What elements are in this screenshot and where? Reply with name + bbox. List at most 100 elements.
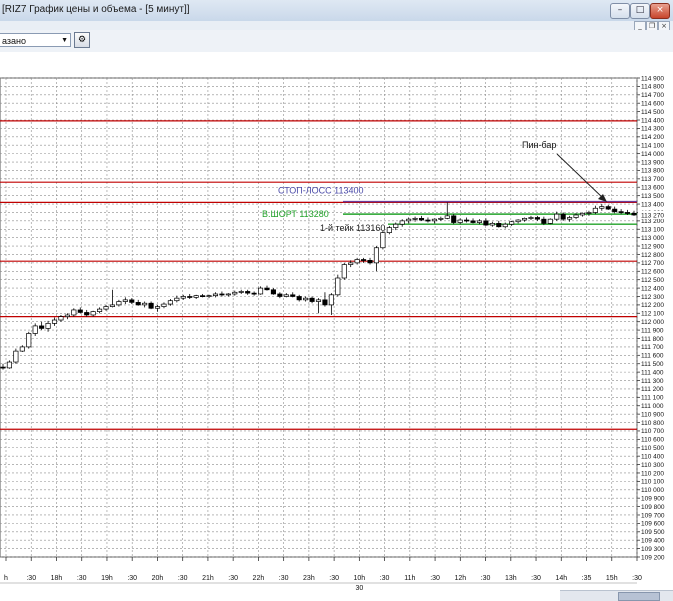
x-tick-label: :30 xyxy=(481,575,491,582)
candle-down xyxy=(200,295,206,298)
annotation-arrow-line xyxy=(556,153,605,200)
x-tick-label: 18h xyxy=(51,575,63,582)
candle-down xyxy=(560,213,566,220)
candle-up xyxy=(206,295,212,298)
x-tick-label: 15h xyxy=(606,575,618,582)
candle-up xyxy=(193,295,199,298)
candle-down xyxy=(309,297,315,302)
candle-up xyxy=(225,293,231,296)
y-tick-label: 112 800 xyxy=(641,252,664,259)
y-tick-label: 114 900 xyxy=(641,75,664,82)
candle-up xyxy=(348,262,354,265)
candle-up xyxy=(373,247,379,264)
y-tick-label: 111 700 xyxy=(641,344,664,351)
y-tick-label: 109 900 xyxy=(641,495,665,502)
y-tick-label: 110 000 xyxy=(641,487,664,494)
y-tick-label: 114 200 xyxy=(641,134,664,141)
price-chart[interactable]: 109 200109 300109 400109 500109 600109 7… xyxy=(0,52,673,600)
candle-down xyxy=(631,212,637,216)
candle-down xyxy=(39,325,45,329)
candle-up xyxy=(341,264,347,279)
y-tick-label: 110 700 xyxy=(641,428,664,435)
y-tick-label: 114 800 xyxy=(641,84,664,91)
candle-up xyxy=(406,218,412,222)
candle-up xyxy=(212,293,219,297)
candle-down xyxy=(483,220,489,226)
x-tick-label: :30 xyxy=(26,575,36,582)
candle-up xyxy=(399,220,405,225)
title-bar: [RIZ7 График цены и объема - [5 минут]] … xyxy=(0,0,673,22)
x-tick-label: 22h xyxy=(253,575,265,582)
candle-down xyxy=(322,299,328,306)
candle-down xyxy=(277,293,283,297)
instrument-select[interactable]: азано ▼ xyxy=(0,33,71,47)
candle-up xyxy=(167,300,173,305)
x-tick-label: 20h xyxy=(152,575,164,582)
y-tick-label: 110 100 xyxy=(641,479,664,486)
candle-down xyxy=(618,211,624,213)
y-tick-label: 114 100 xyxy=(641,143,664,150)
candle-up xyxy=(335,277,341,296)
x-tick-label: 13h xyxy=(505,575,517,582)
candle-down xyxy=(367,260,373,264)
candle-up xyxy=(51,319,58,324)
maximize-button[interactable]: □ xyxy=(630,3,650,19)
horizontal-scrollbar[interactable] xyxy=(560,590,673,601)
candle-up xyxy=(528,217,534,219)
candle-up xyxy=(90,311,96,316)
candle-up xyxy=(515,219,521,223)
x-tick-label: 11h xyxy=(404,575,415,582)
y-tick-label: 112 000 xyxy=(641,319,664,326)
candle-up xyxy=(258,287,264,295)
candle-up xyxy=(431,218,437,222)
candle-up xyxy=(45,323,51,329)
window-title: [RIZ7 График цены и объема - [5 минут]] xyxy=(2,4,190,15)
candle-down xyxy=(361,259,367,261)
candle-down xyxy=(296,296,302,301)
candle-up xyxy=(476,220,483,223)
y-tick-label: 114 600 xyxy=(641,101,664,108)
candle-down xyxy=(541,218,547,224)
candle-up xyxy=(154,306,161,309)
y-tick-label: 112 500 xyxy=(641,277,664,284)
y-tick-label: 110 500 xyxy=(641,445,664,452)
y-tick-label: 110 200 xyxy=(641,470,664,477)
candle-down xyxy=(219,293,225,296)
candle-down xyxy=(129,299,135,303)
settings-icon[interactable]: ⚙ xyxy=(74,32,90,48)
date-label: 30 xyxy=(355,585,363,592)
y-tick-label: 113 800 xyxy=(641,168,664,175)
candle-up xyxy=(174,297,180,302)
y-tick-label: 110 400 xyxy=(641,453,664,460)
candle-up xyxy=(142,302,148,306)
y-tick-label: 112 100 xyxy=(641,311,664,318)
candle-up xyxy=(161,303,167,307)
close-button[interactable]: × xyxy=(650,3,670,19)
candle-up xyxy=(283,294,289,297)
candle-up xyxy=(547,218,553,224)
candle-up xyxy=(599,206,605,209)
candle-up xyxy=(303,297,309,301)
y-tick-label: 113 600 xyxy=(641,185,664,192)
x-tick-label: :30 xyxy=(279,575,289,582)
candle-up xyxy=(457,219,463,223)
x-tick-label: 23h xyxy=(303,575,315,582)
y-tick-label: 111 500 xyxy=(641,361,664,368)
candle-up xyxy=(103,306,109,310)
candle-down xyxy=(77,309,83,313)
y-tick-label: 113 700 xyxy=(641,176,664,183)
candle-up xyxy=(489,223,495,226)
take-profit-label: 1-й тейк 113160 xyxy=(320,223,385,233)
candle-up xyxy=(122,299,128,302)
candle-up xyxy=(109,304,116,307)
candle-up xyxy=(412,217,418,220)
minimize-button[interactable]: – xyxy=(610,3,630,19)
y-tick-label: 111 600 xyxy=(641,353,664,360)
candle-up xyxy=(509,221,515,225)
y-tick-label: 110 800 xyxy=(641,420,664,427)
y-tick-label: 113 100 xyxy=(641,227,664,234)
candle-down xyxy=(496,223,502,228)
candle-up xyxy=(238,291,244,293)
candle-up xyxy=(180,296,186,299)
x-tick-label: :30 xyxy=(430,575,440,582)
